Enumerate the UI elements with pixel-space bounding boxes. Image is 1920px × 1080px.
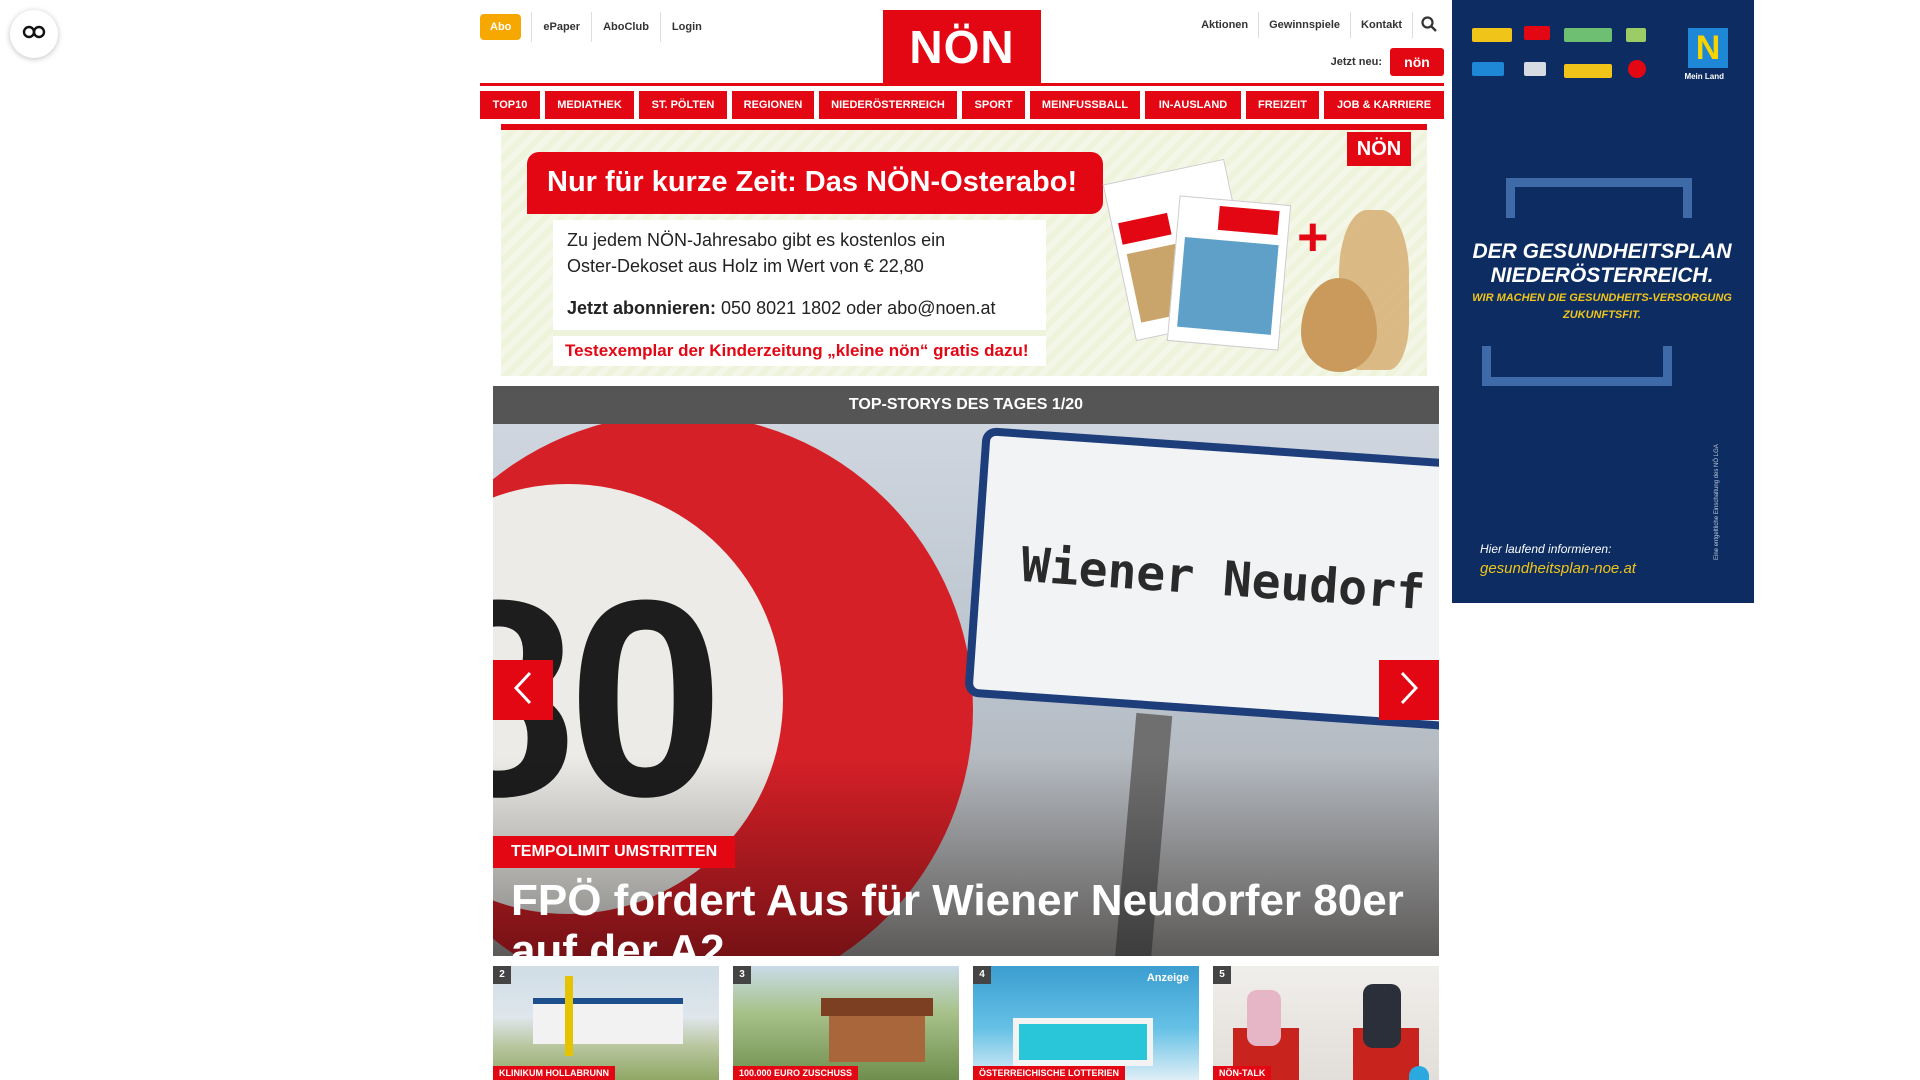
promo-line-1: Zu jedem NÖN-Jahresabo gibt es kostenlos… (567, 230, 946, 250)
promo-cta-label: Jetzt abonnieren: (567, 298, 717, 318)
noe-logo: N (1688, 28, 1728, 68)
jetzt-neu-label: Jetzt neu: (1330, 56, 1382, 68)
story-kicker: TEMPOLIMIT UMSTRITTEN (493, 836, 736, 868)
nav-item-regionen[interactable]: REGIONEN (732, 91, 814, 119)
nav-item-job-karriere[interactable]: JOB & KARRIERE (1324, 91, 1444, 119)
carousel-slide-image[interactable]: 80 Wiener Neudorf TEMPOLIMIT UMSTRITTEN … (493, 424, 1439, 956)
carousel-next-button[interactable] (1379, 660, 1439, 720)
thumbnail-number: 5 (1213, 966, 1231, 984)
page: Abo ePaper AboClub Login NÖN Aktionen Ge… (0, 0, 1920, 1080)
nav-item-in-ausland[interactable]: IN-AUSLAND (1145, 91, 1241, 119)
thumbnail-number: 4 (973, 966, 991, 984)
person-left (1247, 990, 1281, 1046)
header-divider (480, 83, 1444, 86)
thumbnail-story[interactable]: 2 KLINIKUM HOLLABRUNN (493, 966, 719, 1080)
ad-subline: WIR MACHEN DIE GESUNDHEITS-VERSORGUNG ZU… (1472, 292, 1732, 321)
nav-item-mediathek[interactable]: MEDIATHEK (545, 91, 634, 119)
plus-sign: + (1297, 207, 1329, 267)
ad-url-link[interactable]: gesundheitsplan-noe.at (1480, 560, 1636, 577)
partner-logo (1524, 62, 1546, 76)
promo-footer: Testexemplar der Kinderzeitung „kleine n… (553, 330, 1046, 366)
gewinnspiele-link[interactable]: Gewinnspiele (1258, 12, 1350, 38)
flag-shape (565, 976, 573, 1056)
story-thumbnails: 2 KLINIKUM HOLLABRUNN 3 100.000 EURO ZUS… (493, 966, 1439, 1080)
promo-headline: Nur für kurze Zeit: Das NÖN-Osterabo! (527, 152, 1103, 214)
frame-decoration (1482, 346, 1672, 386)
accessibility-button[interactable] (10, 10, 58, 58)
kinderzeitung-image (1166, 195, 1292, 351)
house-shape (829, 1012, 925, 1062)
pool-shape (1013, 1018, 1153, 1066)
ad-disclaimer: Eine entgeltliche Einschaltung des NÖ LG… (1714, 444, 1720, 560)
thumbnail-number: 2 (493, 966, 511, 984)
partner-logo (1628, 60, 1646, 78)
nav-item-sport[interactable]: SPORT (962, 91, 1025, 119)
house-roof (821, 998, 933, 1016)
search-icon (1420, 15, 1437, 35)
person-right (1363, 984, 1401, 1048)
gesundheitsplan-ad[interactable]: N Mein Land DER GESUNDHEITSPLAN NIEDERÖS… (1452, 0, 1754, 603)
sponsored-badge: Anzeige (1146, 972, 1189, 984)
video-play-icon (1409, 1066, 1429, 1080)
partner-logo (1564, 64, 1612, 78)
aboclub-link[interactable]: AboClub (591, 12, 660, 42)
search-button[interactable] (1412, 12, 1444, 38)
main-nav: TOP10 MEDIATHEK ST. PÖLTEN REGIONEN NIED… (480, 91, 1444, 119)
promo-line-2: Oster-Dekoset aus Holz im Wert von € 22,… (567, 256, 924, 276)
ad-info-text: Hier laufend informieren: (1480, 542, 1612, 556)
osterabo-promo-banner[interactable]: Nur für kurze Zeit: Das NÖN-Osterabo! Zu… (501, 124, 1427, 376)
nav-item-niederoesterreich[interactable]: NIEDERÖSTERREICH (819, 91, 957, 119)
building-shape (533, 998, 683, 1044)
nav-item-st-poelten[interactable]: ST. PÖLTEN (639, 91, 727, 119)
promo-cta-contact: 050 8021 1802 oder abo@noen.at (716, 298, 996, 318)
town-sign: Wiener Neudorf (964, 426, 1439, 732)
epaper-link[interactable]: ePaper (531, 12, 591, 42)
promo-cta: Jetzt abonnieren: 050 8021 1802 oder abo… (567, 298, 996, 319)
noe-logo-caption: Mein Land (1684, 72, 1724, 81)
thumbnail-label: NÖN-TALK (1213, 1066, 1272, 1080)
carousel-prev-button[interactable] (493, 660, 553, 720)
ad-headline: DER GESUNDHEITSPLAN NIEDERÖSTERREICH. (1472, 240, 1732, 287)
top-stories-carousel: TOP-STORYS DES TAGES 1/20 80 Wiener Neud… (493, 386, 1439, 956)
nav-item-meinfussball[interactable]: MEINFUSSBALL (1030, 91, 1140, 119)
login-link[interactable]: Login (659, 12, 713, 42)
promo-body: Zu jedem NÖN-Jahresabo gibt es kostenlos… (553, 220, 1046, 366)
chevron-left-icon (512, 671, 534, 710)
thumbnail-label: 100.000 EURO ZUSCHUSS (733, 1066, 859, 1080)
thumbnail-story[interactable]: 4 Anzeige ÖSTERREICHISCHE LOTTERIEN (973, 966, 1199, 1080)
nav-item-freizeit[interactable]: FREIZEIT (1246, 91, 1319, 119)
partner-logo (1472, 28, 1512, 42)
thumbnail-story[interactable]: 5 NÖN-TALK (1213, 966, 1439, 1080)
utility-nav: Aktionen Gewinnspiele Kontakt (1191, 12, 1444, 38)
carousel-heading: TOP-STORYS DES TAGES 1/20 (493, 386, 1439, 424)
accessibility-glasses-icon (22, 25, 46, 44)
kontakt-link[interactable]: Kontakt (1350, 12, 1412, 38)
thumbnail-label: KLINIKUM HOLLABRUNN (493, 1066, 615, 1080)
site-logo[interactable]: NÖN (883, 10, 1041, 84)
chevron-right-icon (1398, 671, 1420, 710)
partner-logo (1472, 62, 1504, 76)
kleine-noen-logo[interactable]: nön (1390, 48, 1444, 76)
partner-logo (1626, 28, 1646, 42)
thumbnail-story[interactable]: 3 100.000 EURO ZUSCHUSS (733, 966, 959, 1080)
thumbnail-number: 3 (733, 966, 751, 984)
aktionen-link[interactable]: Aktionen (1191, 12, 1258, 38)
frame-decoration (1506, 178, 1692, 218)
jetzt-neu: Jetzt neu: nön (1331, 48, 1444, 76)
partner-logo (1524, 26, 1550, 40)
abo-button[interactable]: Abo (480, 14, 522, 40)
site-header: Abo ePaper AboClub Login NÖN Aktionen Ge… (480, 0, 1444, 86)
promo-logo: NÖN (1347, 132, 1411, 166)
partner-logo (1564, 28, 1612, 42)
thumbnail-label: ÖSTERREICHISCHE LOTTERIEN (973, 1066, 1126, 1080)
nav-item-top10[interactable]: TOP10 (480, 91, 540, 119)
login-nav: Abo ePaper AboClub Login (480, 12, 713, 42)
story-headline[interactable]: FPÖ fordert Aus für Wiener Neudorfer 80e… (511, 876, 1431, 956)
